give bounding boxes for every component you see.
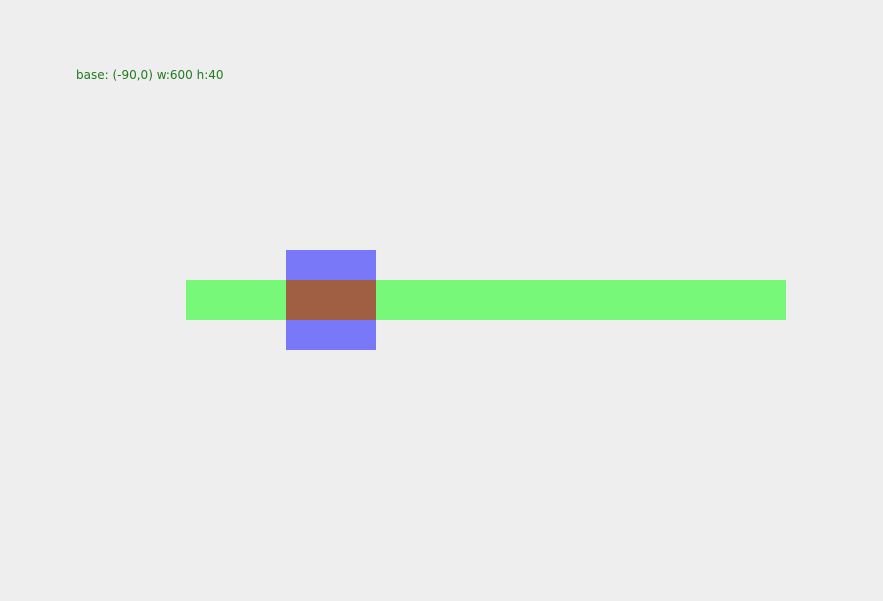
base-info-label: base: (-90,0) w:600 h:40 — [76, 68, 224, 82]
drawing-canvas: base: (-90,0) w:600 h:40 — [0, 0, 883, 601]
intersection-rectangle — [286, 280, 376, 320]
base-rectangle — [186, 280, 786, 320]
